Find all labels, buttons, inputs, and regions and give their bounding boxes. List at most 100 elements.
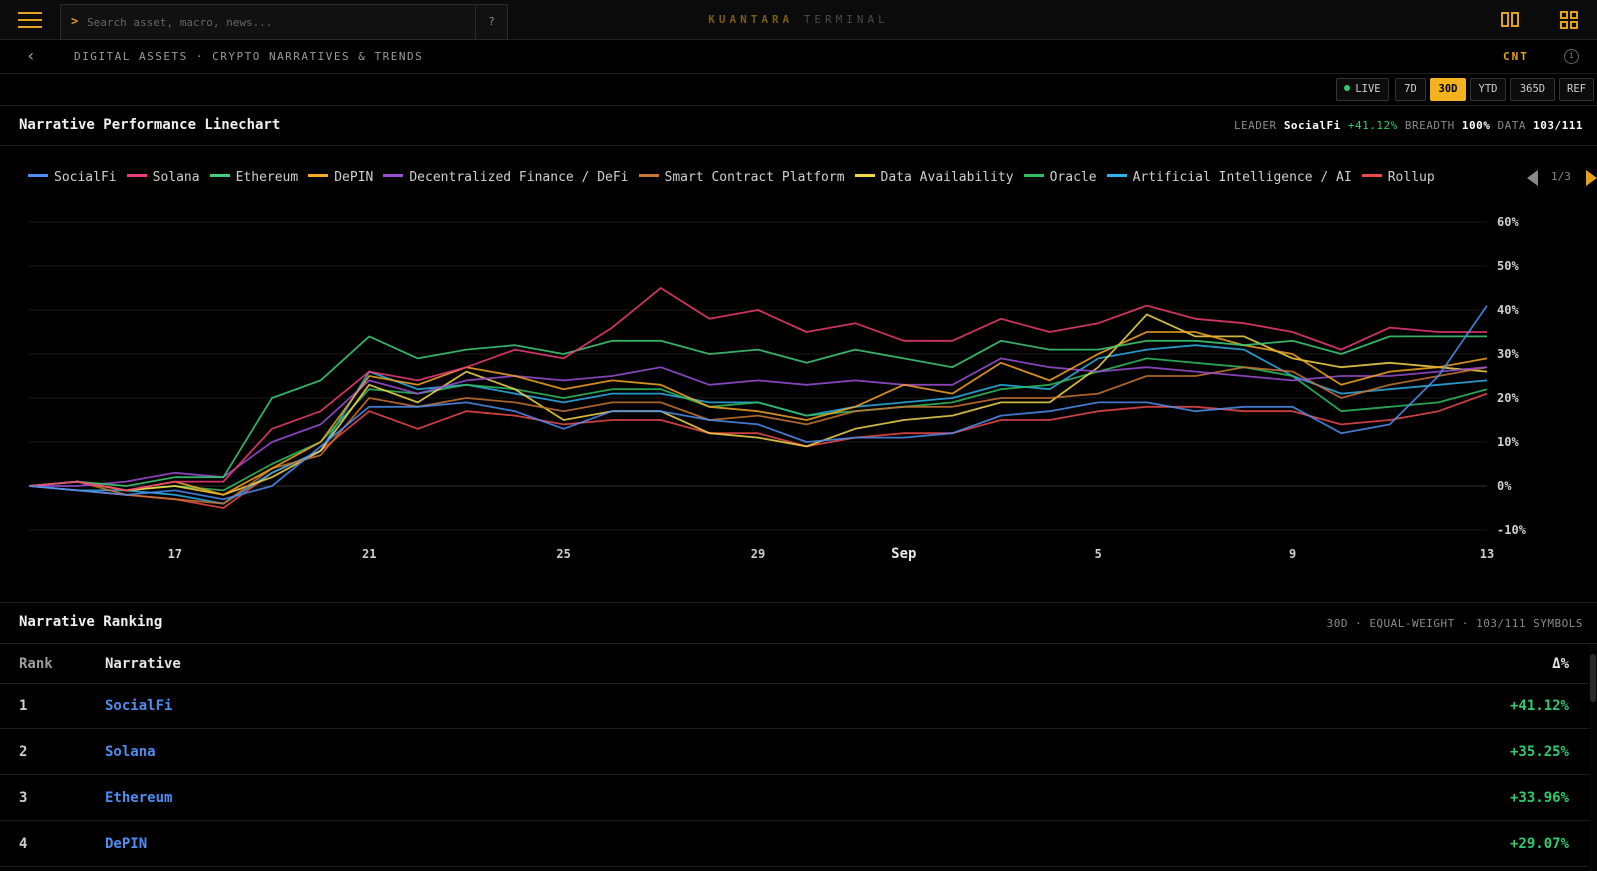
legend-swatch bbox=[209, 174, 230, 177]
row-narrative-link[interactable]: DePIN bbox=[105, 836, 147, 852]
legend-item[interactable]: Rollup bbox=[1361, 170, 1435, 185]
legend-page-indicator: 1/3 bbox=[1551, 170, 1571, 183]
ranking-meta: 30D · EQUAL-WEIGHT · 103/111 SYMBOLS bbox=[1326, 617, 1583, 630]
back-chevron-icon[interactable]: ‹ bbox=[22, 46, 40, 66]
legend-label: Smart Contract Platform bbox=[664, 170, 845, 185]
help-button[interactable]: ? bbox=[475, 5, 507, 39]
row-rank: 1 bbox=[19, 698, 28, 714]
top-bar: > ? KUANTARA TERMINAL bbox=[0, 0, 1597, 40]
breadcrumb: DIGITAL ASSETS · CRYPTO NARRATIVES & TRE… bbox=[74, 50, 424, 63]
column-header-narrative[interactable]: Narrative bbox=[105, 656, 181, 672]
row-narrative-link[interactable]: SocialFi bbox=[105, 698, 172, 714]
chart-stats: LEADER SocialFi +41.12% BREADTH 100% DAT… bbox=[1234, 119, 1583, 132]
range-365d-button[interactable]: 365D bbox=[1510, 78, 1555, 101]
breadcrumb-bar: ‹ DIGITAL ASSETS · CRYPTO NARRATIVES & T… bbox=[0, 40, 1597, 74]
row-delta: +29.07% bbox=[1509, 836, 1569, 852]
legend-swatch bbox=[28, 174, 48, 177]
y-tick-label: 0% bbox=[1497, 479, 1512, 493]
x-tick-label: 21 bbox=[362, 547, 376, 561]
y-tick-label: 50% bbox=[1497, 259, 1519, 273]
y-tick-label: 40% bbox=[1497, 303, 1519, 317]
legend-item[interactable]: Ethereum bbox=[209, 170, 299, 185]
legend-item[interactable]: Oracle bbox=[1023, 170, 1097, 185]
column-header-delta[interactable]: Δ% bbox=[1552, 656, 1569, 672]
legend-label: Decentralized Finance / DeFi bbox=[409, 170, 629, 185]
x-tick-label: 17 bbox=[168, 547, 182, 561]
live-status-icon bbox=[1344, 85, 1351, 91]
x-tick-label: 9 bbox=[1289, 547, 1296, 561]
ranking-header: Narrative Ranking 30D · EQUAL-WEIGHT · 1… bbox=[0, 602, 1597, 644]
x-tick-label: Sep bbox=[891, 546, 916, 562]
legend-swatch bbox=[1106, 174, 1127, 177]
row-delta: +41.12% bbox=[1509, 698, 1569, 714]
legend-label: Data Availability bbox=[880, 170, 1014, 185]
scrollbar-thumb[interactable] bbox=[1590, 654, 1596, 702]
split-view-icon[interactable] bbox=[1500, 10, 1522, 30]
legend-label: Rollup bbox=[1387, 170, 1435, 185]
column-header-rank[interactable]: Rank bbox=[19, 656, 53, 672]
legend-label: Ethereum bbox=[235, 170, 299, 185]
hamburger-menu-icon[interactable] bbox=[10, 6, 50, 34]
table-row[interactable]: 1 SocialFi +41.12% bbox=[0, 684, 1589, 729]
ranking-table-header: Rank Narrative Δ% bbox=[0, 644, 1589, 684]
legend-label: SocialFi bbox=[54, 170, 117, 185]
brand-primary: KUANTARA bbox=[708, 13, 794, 26]
data-label: DATA bbox=[1497, 119, 1527, 132]
leader-value: SocialFi bbox=[1283, 119, 1341, 132]
search-box: > ? bbox=[60, 4, 508, 40]
leader-label: LEADER bbox=[1233, 119, 1277, 132]
live-button[interactable]: LIVE bbox=[1336, 78, 1389, 101]
legend-item[interactable]: Solana bbox=[126, 170, 200, 185]
series-line[interactable] bbox=[28, 313, 1488, 496]
legend-label: Oracle bbox=[1049, 170, 1097, 185]
range-30d-button[interactable]: 30D bbox=[1430, 78, 1466, 101]
info-icon[interactable]: i bbox=[1564, 49, 1579, 64]
legend-item[interactable]: Smart Contract Platform bbox=[638, 170, 845, 185]
legend-label: DePIN bbox=[334, 170, 374, 185]
legend-swatch bbox=[126, 174, 147, 177]
legend-item[interactable]: DePIN bbox=[308, 170, 373, 185]
series-line[interactable] bbox=[28, 366, 1488, 505]
range-selector: LIVE 7D 30D YTD 365D REF bbox=[0, 74, 1597, 106]
row-narrative-link[interactable]: Ethereum bbox=[105, 790, 172, 806]
legend-label: Artificial Intelligence / AI bbox=[1132, 170, 1352, 185]
legend-prev-icon[interactable] bbox=[1527, 170, 1538, 186]
narrative-line-chart[interactable]: 60% 50% 40% 30% 20% 10% 0% -10% 17 21 25 29 Sep 5 9 13 bbox=[0, 200, 1597, 570]
table-row[interactable]: 3 Ethereum +33.96% bbox=[0, 776, 1589, 821]
row-narrative-link[interactable]: Solana bbox=[105, 744, 156, 760]
breadth-label: BREADTH bbox=[1404, 119, 1455, 132]
search-input[interactable] bbox=[87, 11, 467, 33]
series-line[interactable] bbox=[29, 357, 1488, 487]
x-tick-label: 5 bbox=[1095, 547, 1102, 561]
y-tick-label: 10% bbox=[1497, 435, 1519, 449]
range-ref-button[interactable]: REF bbox=[1559, 78, 1594, 101]
chart-title: Narrative Performance Linechart bbox=[19, 117, 281, 133]
grid-layout-icon[interactable] bbox=[1559, 10, 1581, 30]
legend-item[interactable]: Data Availability bbox=[854, 170, 1014, 185]
legend-item[interactable]: SocialFi bbox=[28, 170, 117, 185]
legend-swatch bbox=[1023, 174, 1044, 177]
legend-next-icon[interactable] bbox=[1586, 170, 1597, 186]
x-tick-label: 29 bbox=[751, 547, 765, 561]
table-row[interactable]: 2 Solana +35.25% bbox=[0, 730, 1589, 775]
live-label: LIVE bbox=[1355, 83, 1381, 95]
leader-change: +41.12% bbox=[1347, 119, 1398, 132]
series-line[interactable] bbox=[28, 331, 1488, 496]
range-7d-button[interactable]: 7D bbox=[1395, 78, 1426, 101]
row-rank: 4 bbox=[19, 836, 28, 852]
ranking-title: Narrative Ranking bbox=[19, 614, 163, 630]
row-delta: +35.25% bbox=[1509, 744, 1569, 760]
table-row[interactable]: 4 DePIN +29.07% bbox=[0, 822, 1589, 867]
cnt-label[interactable]: CNT bbox=[1503, 50, 1529, 63]
legend-swatch bbox=[383, 174, 404, 177]
row-rank: 3 bbox=[19, 790, 28, 806]
legend-item[interactable]: Artificial Intelligence / AI bbox=[1106, 170, 1352, 185]
breadth-value: 100% bbox=[1461, 119, 1491, 132]
legend-swatch bbox=[308, 174, 329, 177]
row-delta: +33.96% bbox=[1509, 790, 1569, 806]
brand-secondary: TERMINAL bbox=[803, 13, 889, 26]
x-tick-label: 25 bbox=[556, 547, 570, 561]
legend-item[interactable]: Decentralized Finance / DeFi bbox=[383, 170, 629, 185]
legend-label: Solana bbox=[152, 170, 200, 185]
range-ytd-button[interactable]: YTD bbox=[1470, 78, 1506, 101]
